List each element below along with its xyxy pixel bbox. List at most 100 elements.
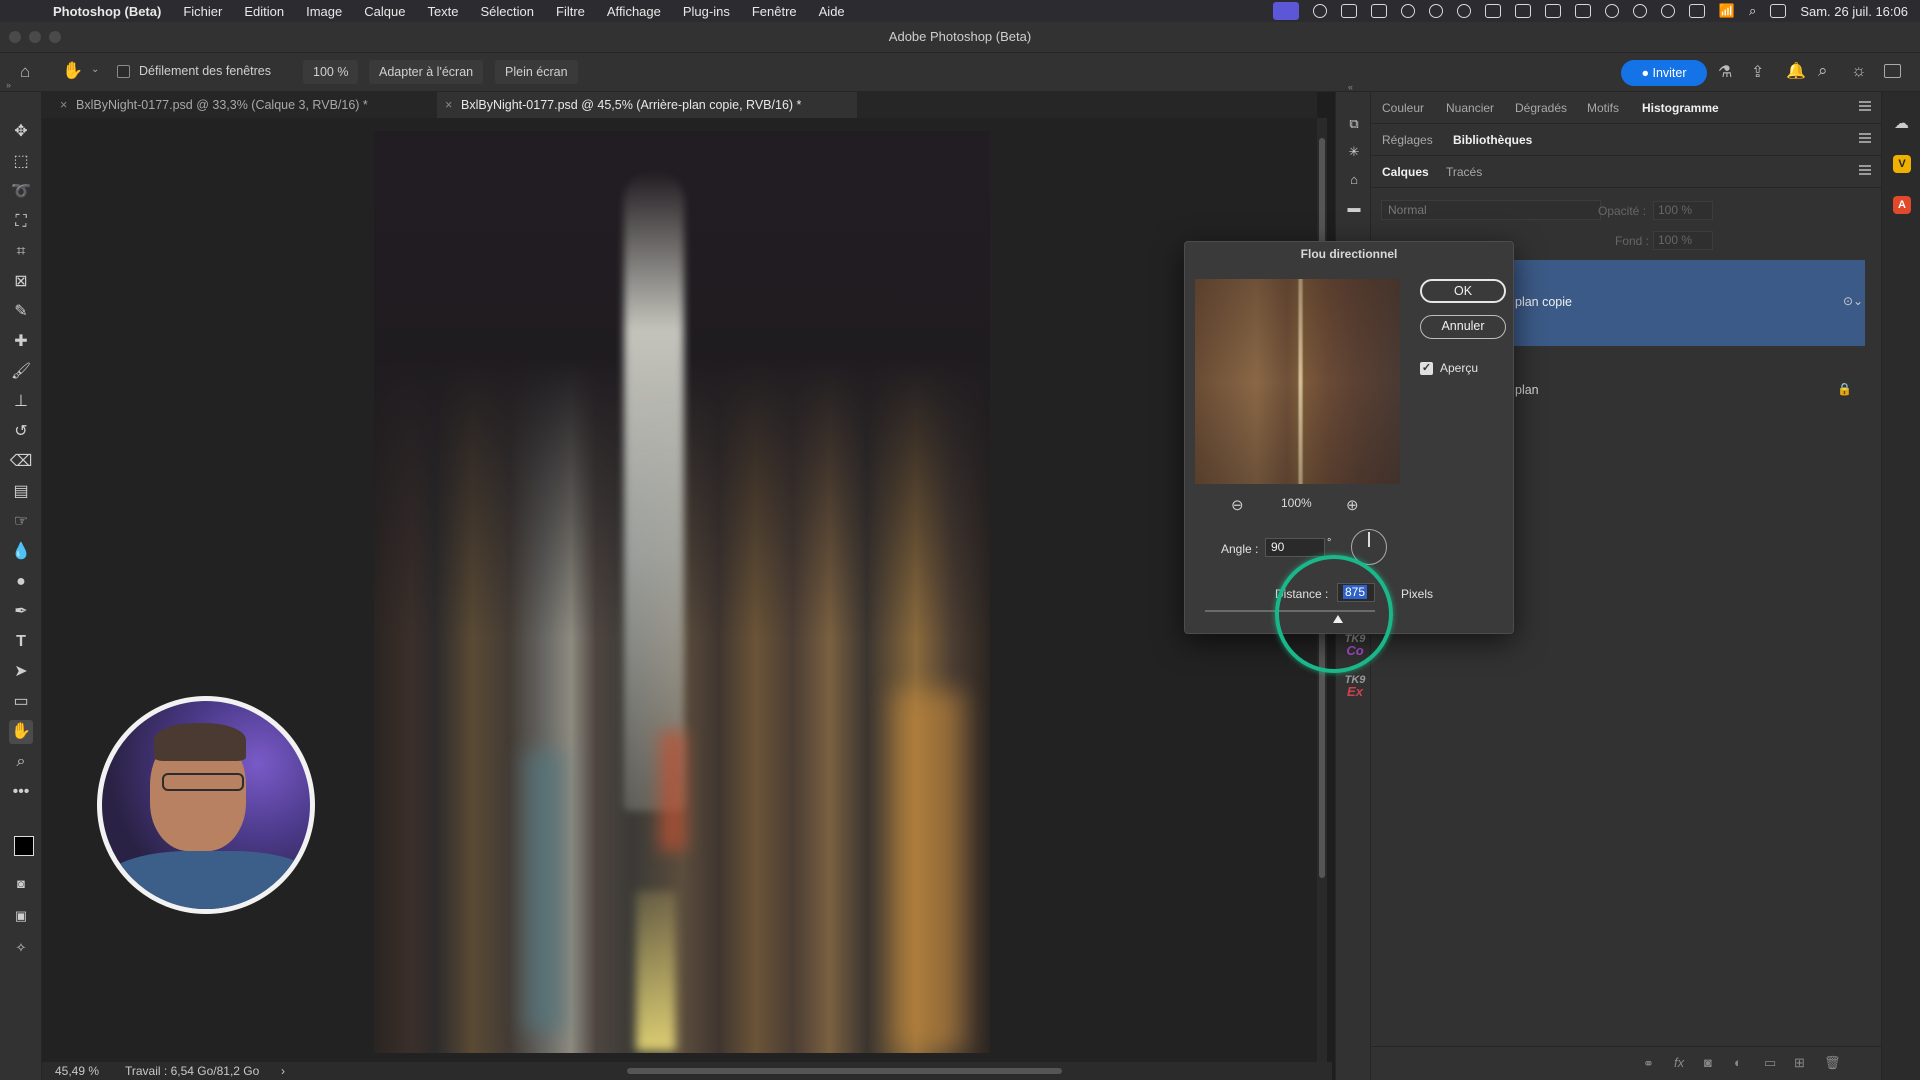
preview-checkbox[interactable]: ✓ (1420, 362, 1433, 375)
menu-affichage[interactable]: Affichage (596, 4, 672, 19)
hand-tool-icon[interactable]: ✋ (9, 720, 33, 744)
tab-doc-1[interactable]: × BxlByNight-0177.psd @ 33,3% (Calque 3,… (52, 92, 437, 118)
smudge-tool-icon[interactable]: ☞ (9, 510, 33, 534)
play-icon[interactable] (1632, 4, 1647, 18)
spotlight-icon[interactable]: ⌕ (1749, 3, 1756, 19)
control-center-icon[interactable] (1770, 4, 1787, 18)
zoom-window-button[interactable] (49, 31, 61, 43)
history-brush-tool-icon[interactable]: ↺ (9, 420, 33, 444)
menu-edition[interactable]: Edition (233, 4, 295, 19)
bell-icon[interactable]: 🔔 (1786, 61, 1806, 81)
menu-fenetre[interactable]: Fenêtre (741, 4, 808, 19)
tab-degrades[interactable]: Dégradés (1515, 101, 1567, 115)
zoom-tool-icon[interactable]: ⌕ (9, 750, 33, 774)
mask-icon[interactable]: ◙ (1704, 1055, 1712, 1070)
fill-screen-button[interactable]: Plein écran (495, 60, 578, 84)
search-icon[interactable]: ⌕ (1818, 61, 1828, 81)
fill-input[interactable]: 100 % (1653, 231, 1713, 250)
adjustment-icon[interactable]: ◐ (1734, 1055, 1742, 1070)
eyedropper-tool-icon[interactable]: ✎ (9, 300, 33, 324)
zoom-out-icon[interactable]: ⊖ (1231, 496, 1244, 514)
workspace-icon[interactable] (1884, 64, 1901, 78)
zoom-readout[interactable]: 45,49 % (55, 1062, 99, 1080)
tab-histogramme[interactable]: Histogramme (1636, 92, 1725, 124)
layer-name[interactable]: plan (1515, 383, 1539, 397)
move-tool-icon[interactable]: ✥ (9, 120, 33, 144)
menu-fichier[interactable]: Fichier (172, 4, 233, 19)
brush-tool-icon[interactable]: 🖌 (9, 360, 33, 384)
zoom-100-button[interactable]: 100 % (303, 60, 359, 84)
menu-texte[interactable]: Texte (416, 4, 469, 19)
folder-icon[interactable]: ▭ (1764, 1055, 1776, 1071)
clock-text[interactable]: Sam. 26 juil. 16:06 (1800, 4, 1908, 19)
screen-record-icon[interactable] (1272, 2, 1299, 20)
panel-menu-icon[interactable] (1859, 133, 1871, 143)
tab-reglages[interactable]: Réglages (1382, 133, 1433, 147)
gradient-tool-icon[interactable]: ▤ (9, 480, 33, 504)
cursor-icon[interactable] (1400, 4, 1415, 18)
fx-icon[interactable]: fx (1674, 1055, 1684, 1070)
collapse-icon[interactable]: » (6, 80, 11, 90)
blur-tool-icon[interactable]: 💧 (9, 540, 33, 564)
menu-image[interactable]: Image (295, 4, 353, 19)
cloud-icon[interactable]: ☁ (1894, 114, 1909, 132)
trash-icon[interactable]: 🗑 (1824, 1055, 1841, 1071)
marquee-tool-icon[interactable]: ⬚ (9, 150, 33, 174)
stamp-tool-icon[interactable]: ⊥ (9, 390, 33, 414)
clipboard-icon[interactable] (1544, 4, 1561, 18)
grid-icon[interactable] (1514, 4, 1531, 18)
foreground-color-swatch[interactable] (14, 836, 34, 856)
tab-nuancier[interactable]: Nuancier (1446, 101, 1494, 115)
document-image[interactable] (374, 131, 990, 1053)
type-tool-icon[interactable]: T (9, 630, 33, 654)
clock-icon[interactable] (1660, 4, 1675, 18)
tab-calques[interactable]: Calques (1376, 156, 1435, 188)
close-window-button[interactable] (9, 31, 21, 43)
actions-icon[interactable]: ✳ (1346, 144, 1362, 160)
screen-mode-icon[interactable]: ▣ (9, 904, 33, 928)
rectangle-tool-icon[interactable]: ▭ (9, 690, 33, 714)
command-icon[interactable] (1370, 4, 1387, 18)
tab-bibliotheques[interactable]: Bibliothèques (1446, 124, 1539, 156)
quick-mask-icon[interactable]: ◙ (9, 872, 33, 896)
at-icon[interactable] (1428, 4, 1443, 18)
menu-aide[interactable]: Aide (808, 4, 856, 19)
cancel-button[interactable]: Annuler (1420, 315, 1506, 339)
angle-input[interactable]: 90 (1265, 538, 1325, 557)
collapse-icon[interactable]: « (1348, 82, 1353, 92)
menu-filtre[interactable]: Filtre (545, 4, 596, 19)
opacity-input[interactable]: 100 % (1653, 201, 1713, 220)
panel-menu-icon[interactable] (1859, 101, 1871, 111)
menu-app[interactable]: Photoshop (Beta) (42, 4, 172, 19)
invite-button[interactable]: ● Inviter (1621, 60, 1707, 86)
lasso-tool-icon[interactable]: ➰ (9, 180, 33, 204)
hand-tool-icon[interactable]: ✋ (62, 61, 83, 81)
share-icon[interactable]: ⇪ (1751, 62, 1764, 82)
wifi-icon[interactable]: 📶 (1719, 3, 1735, 19)
status-arrow[interactable]: › (281, 1062, 285, 1080)
close-icon[interactable]: × (445, 92, 452, 118)
menu-selection[interactable]: Sélection (470, 4, 545, 19)
dodge-tool-icon[interactable]: ● (9, 570, 33, 594)
filter-preview[interactable] (1195, 279, 1400, 484)
crop-tool-icon[interactable]: ⌗ (9, 240, 33, 264)
plugin-v-icon[interactable]: V (1893, 155, 1911, 173)
close-icon[interactable]: × (60, 92, 67, 118)
scroll-all-checkbox[interactable] (117, 65, 130, 78)
tk9-ex-icon[interactable]: TK9 Ex (1344, 675, 1366, 699)
music-icon[interactable] (1604, 4, 1619, 18)
plugin-a-icon[interactable]: A (1893, 196, 1911, 214)
pr-icon[interactable] (1484, 4, 1501, 18)
tab-traces[interactable]: Tracés (1446, 165, 1482, 179)
menu-plugins[interactable]: Plug-ins (672, 4, 741, 19)
pen-tool-icon[interactable]: ✒ (9, 600, 33, 624)
comments-icon[interactable]: ▬ (1346, 200, 1362, 216)
layer-name[interactable]: plan copie (1515, 295, 1572, 309)
menu-calque[interactable]: Calque (353, 4, 416, 19)
zoom-in-icon[interactable]: ⊕ (1346, 496, 1359, 514)
healing-tool-icon[interactable]: ✚ (9, 330, 33, 354)
history-icon[interactable]: ⧉ (1346, 116, 1362, 132)
blend-mode-select[interactable]: Normal (1381, 200, 1601, 220)
eraser-tool-icon[interactable]: ⌫ (9, 450, 33, 474)
smart-filter-icon[interactable]: ⊙⌄ (1843, 294, 1863, 308)
